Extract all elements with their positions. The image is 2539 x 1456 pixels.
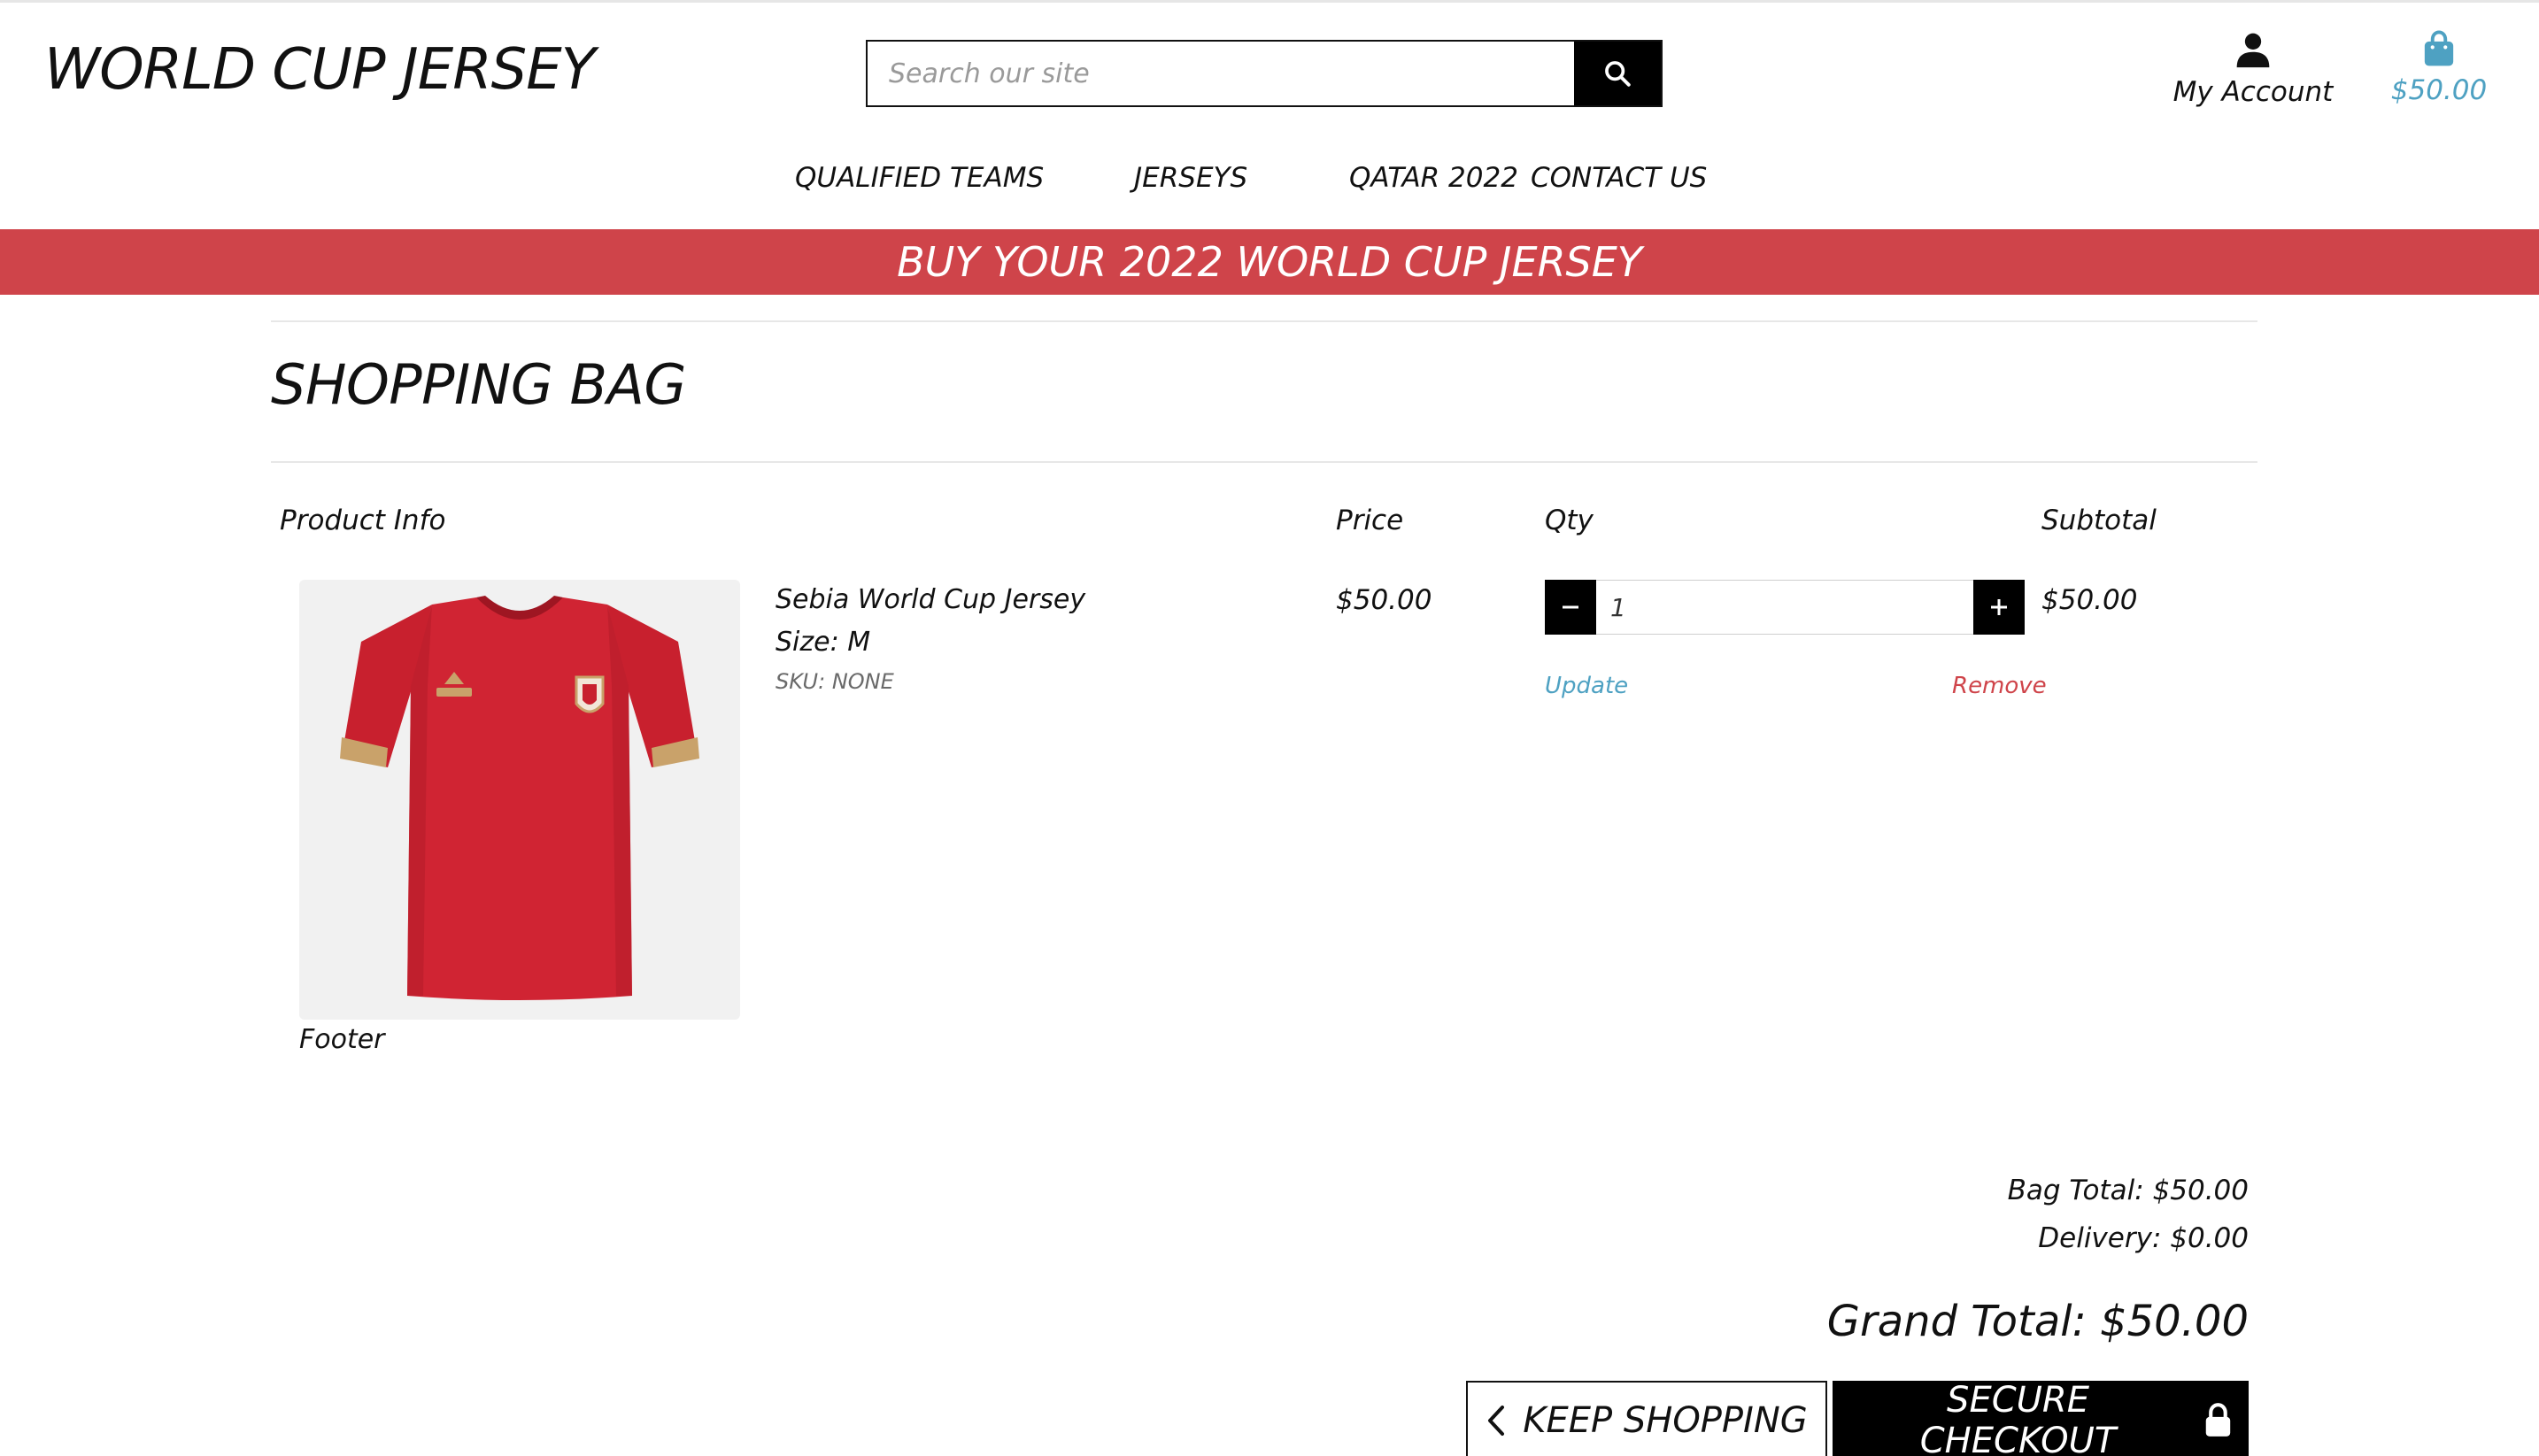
grand-total: Grand Total: $50.00 (1826, 1297, 2249, 1346)
my-account-link[interactable]: My Account (2169, 30, 2337, 108)
product-sku: SKU: NONE (776, 669, 894, 694)
nav-qualified-teams[interactable]: QUALIFIED TEAMS (795, 162, 1044, 194)
divider-bottom (271, 461, 2257, 463)
search-icon (1605, 61, 1631, 87)
nav-contact-us[interactable]: CONTACT US (1531, 162, 1707, 194)
divider-top (271, 320, 2257, 322)
product-subtotal: $50.00 (2041, 584, 2138, 616)
footer-text: Footer (299, 1024, 385, 1055)
product-name[interactable]: Sebia World Cup Jersey (776, 584, 1085, 615)
search-button[interactable] (1574, 42, 1661, 105)
product-size: Size: M (776, 627, 871, 658)
increment-button[interactable] (1973, 580, 2025, 635)
secure-checkout-button[interactable]: SECURE CHECKOUT (1833, 1380, 2249, 1456)
search-bar (866, 40, 1663, 107)
product-price: $50.00 (1336, 584, 1432, 616)
top-divider (0, 0, 2539, 3)
secure-checkout-label: SECURE CHECKOUT (1919, 1380, 2117, 1456)
nav-jerseys[interactable]: JERSEYS (1134, 162, 1247, 194)
nav-qatar-2022[interactable]: QATAR 2022 (1349, 162, 1518, 194)
update-link[interactable]: Update (1545, 673, 1628, 699)
page: WORLD CUP JERSEY My Account $50.00 QUALI… (0, 0, 2539, 1456)
bag-total: Bag Total: $50.00 (2007, 1175, 2249, 1206)
search-input[interactable] (868, 42, 1574, 105)
delivery-total: Delivery: $0.00 (2038, 1222, 2249, 1254)
remove-link[interactable]: Remove (1952, 673, 2047, 699)
site-logo[interactable]: WORLD CUP JERSEY (44, 37, 596, 103)
keep-shopping-label: KEEP SHOPPING (1523, 1400, 1808, 1441)
quantity-stepper (1545, 580, 2025, 635)
bag-total-amount: $50.00 (2390, 74, 2488, 106)
chevron-left-icon (1488, 1406, 1505, 1436)
jersey-image (340, 596, 699, 1000)
bag-link[interactable]: $50.00 (2373, 30, 2505, 106)
column-header-subtotal: Subtotal (2041, 505, 2157, 536)
column-header-price: Price (1336, 505, 1404, 536)
shopping-bag-icon (2424, 30, 2454, 66)
column-header-qty: Qty (1545, 505, 1594, 536)
my-account-label: My Account (2172, 76, 2334, 108)
promo-banner[interactable]: BUY YOUR 2022 WORLD CUP JERSEY (0, 229, 2539, 295)
lock-icon (2205, 1403, 2231, 1437)
column-header-product-info: Product Info (280, 505, 446, 536)
product-image[interactable] (299, 580, 740, 1020)
decrement-button[interactable] (1545, 580, 1596, 635)
page-title: SHOPPING BAG (271, 352, 686, 417)
keep-shopping-button[interactable]: KEEP SHOPPING (1466, 1381, 1827, 1456)
quantity-input[interactable] (1596, 580, 1973, 635)
plus-icon (1991, 599, 2007, 615)
minus-icon (1563, 605, 1578, 609)
user-icon (2236, 33, 2270, 68)
